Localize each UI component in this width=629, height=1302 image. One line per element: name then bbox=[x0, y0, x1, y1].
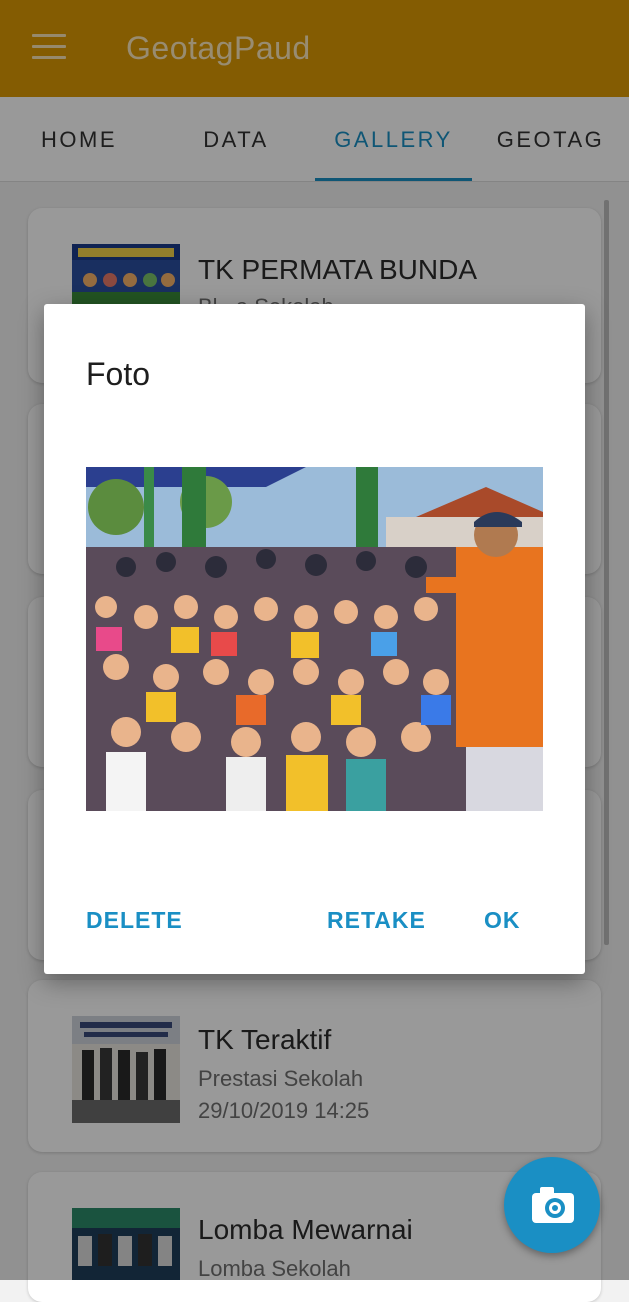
retake-button[interactable]: RETAKE bbox=[327, 907, 426, 934]
delete-button[interactable]: DELETE bbox=[86, 907, 183, 934]
camera-button[interactable] bbox=[504, 1157, 600, 1253]
photo-image bbox=[86, 467, 543, 811]
dialog-title: Foto bbox=[86, 356, 151, 392]
photo-preview bbox=[86, 467, 543, 811]
ok-button[interactable]: OK bbox=[484, 907, 521, 934]
camera-icon bbox=[532, 1187, 574, 1223]
photo-dialog: Foto DELETE RETAKE OK bbox=[44, 304, 585, 974]
